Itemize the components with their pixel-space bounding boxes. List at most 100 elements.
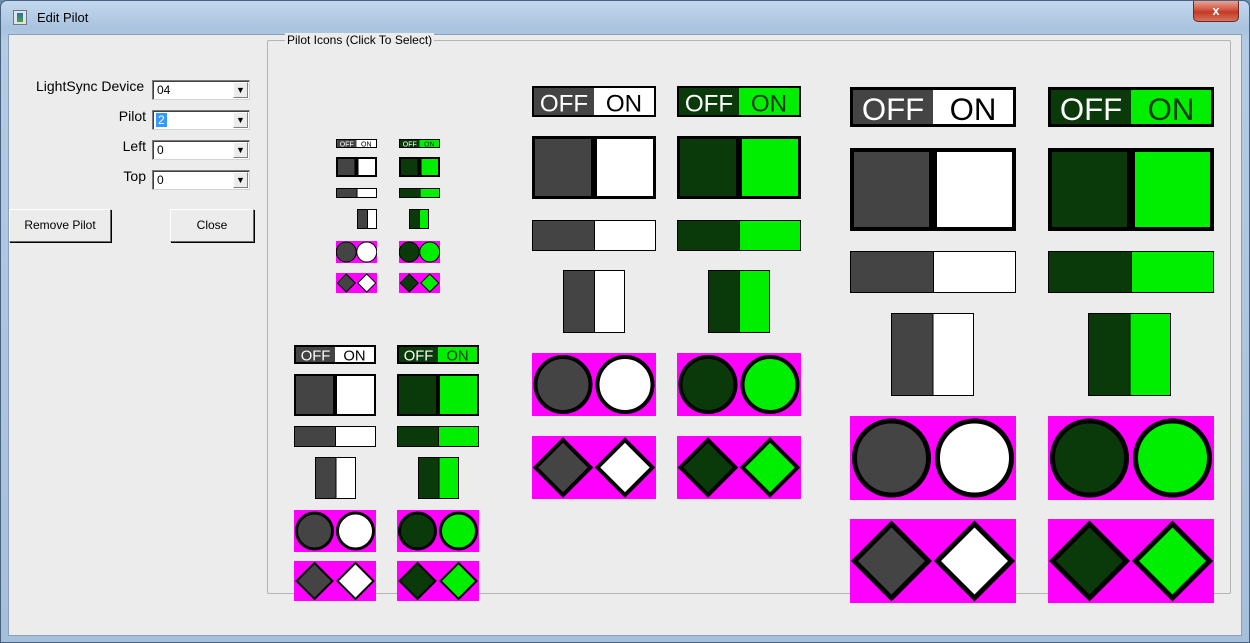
pilot-icon-bar-gray-tiny[interactable]	[336, 188, 377, 198]
pilot-icon-toggle-text-gray-small[interactable]: OFF ON	[294, 345, 376, 364]
pilot-icon-vertical-gray-tiny[interactable]	[357, 209, 377, 229]
bar-green-icon	[397, 426, 479, 447]
circles-gray-icon	[294, 510, 376, 552]
pilot-icon-vertical-green-large[interactable]	[1088, 313, 1171, 396]
pilot-icon-circles-gray-large[interactable]	[850, 416, 1016, 500]
diamonds-green-icon	[677, 436, 801, 499]
chevron-down-icon[interactable]: ▼	[233, 112, 248, 128]
left-combo[interactable]: 0 ▼	[152, 140, 250, 160]
pilot-icon-bar-green-small[interactable]	[397, 426, 479, 447]
pilot-icon-diamonds-green-large[interactable]	[1048, 519, 1214, 603]
pilot-label: Pilot	[118, 108, 146, 124]
pilot-icon-circles-gray-tiny[interactable]	[336, 241, 377, 263]
pilot-icon-square-gray-tiny[interactable]	[336, 157, 377, 177]
square-green-icon	[397, 374, 479, 416]
pilot-icon-bar-gray-medium[interactable]	[532, 220, 656, 251]
pilot-icon-diamonds-gray-small[interactable]	[294, 561, 376, 601]
pilot-icon-bar-green-large[interactable]	[1048, 251, 1214, 293]
pilot-icon-circles-green-tiny[interactable]	[399, 241, 440, 263]
pilot-icon-circles-green-small[interactable]	[397, 510, 479, 552]
pilot-icon-square-green-small[interactable]	[397, 374, 479, 416]
pilot-icon-toggle-text-green-tiny[interactable]: OFF ON	[399, 139, 440, 148]
off-label: OFF	[403, 141, 417, 148]
bar-gray-icon	[294, 426, 376, 447]
pilot-icon-diamonds-gray-tiny[interactable]	[336, 273, 377, 293]
on-label: ON	[361, 141, 372, 148]
pilot-icon-bar-gray-large[interactable]	[850, 251, 1016, 293]
square-green-icon	[1048, 148, 1214, 231]
chevron-down-icon[interactable]: ▼	[233, 142, 248, 158]
pilot-icon-diamonds-green-small[interactable]	[397, 561, 479, 601]
toggle-text-gray-icon: OFF ON	[336, 139, 377, 148]
pilot-icon-square-green-large[interactable]	[1048, 148, 1214, 231]
pilot-icon-square-gray-large[interactable]	[850, 148, 1016, 231]
square-gray-icon	[294, 374, 376, 416]
pilot-icon-circles-green-medium[interactable]	[677, 353, 801, 416]
off-label: OFF	[862, 92, 924, 127]
toggle-text-green-icon: OFF ON	[399, 139, 440, 148]
diamonds-gray-icon	[336, 273, 377, 293]
chevron-down-icon[interactable]: ▼	[233, 82, 248, 98]
on-label: ON	[446, 349, 468, 364]
circles-gray-icon	[336, 241, 377, 263]
pilot-icon-vertical-gray-small[interactable]	[315, 457, 356, 499]
device-label: LightSync Device	[36, 78, 145, 94]
device-combo[interactable]: 04 ▼	[152, 80, 250, 100]
pilot-icon-vertical-green-medium[interactable]	[708, 270, 770, 333]
pilot-icon-toggle-text-green-large[interactable]: OFF ON	[1048, 87, 1214, 127]
vertical-green-icon	[409, 209, 429, 229]
pilot-icon-diamonds-gray-medium[interactable]	[532, 436, 656, 499]
off-label: OFF	[404, 349, 434, 364]
pilot-icon-square-gray-medium[interactable]	[532, 136, 656, 199]
pilot-combo[interactable]: 2 ▼	[152, 110, 250, 130]
close-window-button[interactable]: x	[1193, 1, 1239, 22]
pilot-icon-diamonds-gray-large[interactable]	[850, 519, 1016, 603]
pilot-icon-diamonds-green-tiny[interactable]	[399, 273, 440, 293]
pilot-icon-toggle-text-gray-large[interactable]: OFF ON	[850, 87, 1016, 127]
pilot-icon-toggle-text-green-small[interactable]: OFF ON	[397, 345, 479, 364]
toggle-text-gray-icon: OFF ON	[850, 87, 1016, 127]
chevron-down-icon[interactable]: ▼	[233, 172, 248, 188]
square-gray-icon	[850, 148, 1016, 231]
pilot-icon-diamonds-green-medium[interactable]	[677, 436, 801, 499]
bar-green-icon	[677, 220, 801, 251]
square-green-icon	[399, 157, 440, 177]
pilot-icon-bar-gray-small[interactable]	[294, 426, 376, 447]
top-combo[interactable]: 0 ▼	[152, 170, 250, 190]
title-bar[interactable]: Edit Pilot x	[1, 1, 1249, 35]
off-label: OFF	[540, 90, 588, 117]
pilot-icon-toggle-text-green-medium[interactable]: OFF ON	[677, 86, 801, 117]
pilot-icon-vertical-gray-medium[interactable]	[563, 270, 625, 333]
bar-gray-icon	[532, 220, 656, 251]
pilot-icon-bar-green-tiny[interactable]	[399, 188, 440, 198]
diamonds-green-icon	[399, 273, 440, 293]
pilot-icon-circles-green-large[interactable]	[1048, 416, 1214, 500]
vertical-green-icon	[418, 457, 459, 499]
pilot-icon-circles-gray-medium[interactable]	[532, 353, 656, 416]
pilot-icon-vertical-green-small[interactable]	[418, 457, 459, 499]
device-value: 04	[157, 83, 171, 97]
close-button[interactable]: Close	[170, 209, 254, 242]
circles-green-icon	[397, 510, 479, 552]
pilot-icons-group-title: Pilot Icons (Click To Select)	[285, 33, 435, 47]
pilot-icon-toggle-text-gray-medium[interactable]: OFF ON	[532, 86, 656, 117]
pilot-icon-square-gray-small[interactable]	[294, 374, 376, 416]
pilot-icon-toggle-text-gray-tiny[interactable]: OFF ON	[336, 139, 377, 148]
pilot-icon-square-green-medium[interactable]	[677, 136, 801, 199]
diamonds-gray-icon	[850, 519, 1016, 603]
pilot-icon-bar-green-medium[interactable]	[677, 220, 801, 251]
pilot-icon-vertical-green-tiny[interactable]	[409, 209, 429, 229]
top-value: 0	[157, 173, 164, 187]
bar-green-icon	[1048, 251, 1214, 293]
bar-gray-icon	[850, 251, 1016, 293]
remove-pilot-button[interactable]: Remove Pilot	[9, 209, 111, 242]
vertical-green-icon	[1088, 313, 1171, 396]
on-label: ON	[424, 141, 435, 148]
pilot-icon-circles-gray-small[interactable]	[294, 510, 376, 552]
off-label: OFF	[1060, 92, 1122, 127]
vertical-gray-icon	[891, 313, 974, 396]
pilot-icon-square-green-tiny[interactable]	[399, 157, 440, 177]
pilot-icon-vertical-gray-large[interactable]	[891, 313, 974, 396]
circles-green-icon	[399, 241, 440, 263]
diamonds-green-icon	[1048, 519, 1214, 603]
